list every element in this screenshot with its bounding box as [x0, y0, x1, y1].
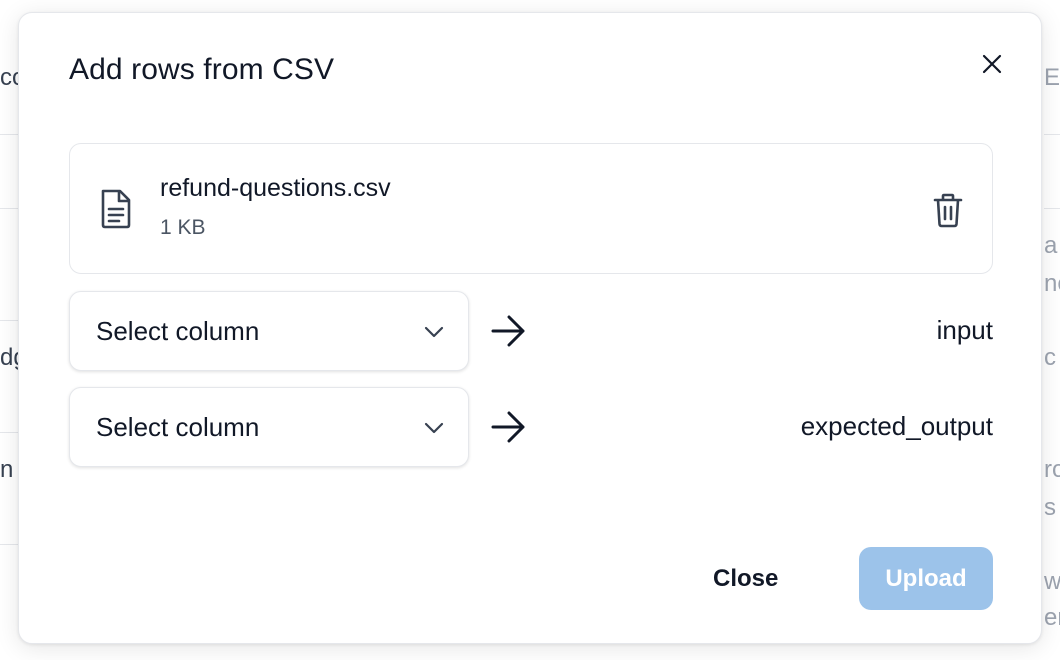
- column-select-label: Select column: [96, 316, 260, 346]
- background-text: ers: [1044, 604, 1060, 631]
- background-text: w: [1044, 568, 1060, 595]
- add-rows-dialog: Add rows from CSV refund-questions.csv 1…: [18, 12, 1042, 644]
- background-text: ro: [1044, 456, 1060, 483]
- background-text: ES: [1044, 64, 1060, 91]
- arrow-right-icon: [491, 315, 525, 347]
- close-icon[interactable]: [977, 49, 1007, 79]
- file-text-icon: [96, 187, 136, 231]
- background-text: n: [0, 456, 14, 483]
- close-button[interactable]: Close: [703, 565, 788, 593]
- column-select-label: Select column: [96, 412, 260, 442]
- chevron-down-icon: [424, 326, 444, 338]
- chevron-down-icon: [424, 422, 444, 434]
- column-mapping-row: Select column input: [69, 291, 993, 371]
- file-size: 1 KB: [160, 216, 206, 239]
- upload-button[interactable]: Upload: [859, 547, 993, 610]
- trash-icon[interactable]: [928, 190, 968, 230]
- background-text: s: [1044, 494, 1056, 521]
- background-divider: [1044, 208, 1060, 209]
- column-select[interactable]: Select column: [69, 387, 469, 467]
- background-divider: [1044, 134, 1060, 135]
- dialog-title: Add rows from CSV: [69, 53, 335, 86]
- target-column-label: expected_output: [800, 411, 993, 441]
- file-name: refund-questions.csv: [160, 174, 391, 202]
- target-column-label: input: [936, 315, 993, 345]
- background-text: c: [1044, 344, 1056, 371]
- background-text: ne: [1044, 270, 1060, 297]
- uploaded-file-card: refund-questions.csv 1 KB: [69, 143, 993, 274]
- background-text: a: [1044, 232, 1058, 259]
- arrow-right-icon: [491, 411, 525, 443]
- column-select[interactable]: Select column: [69, 291, 469, 371]
- column-mapping-row: Select column expected_output: [69, 387, 993, 467]
